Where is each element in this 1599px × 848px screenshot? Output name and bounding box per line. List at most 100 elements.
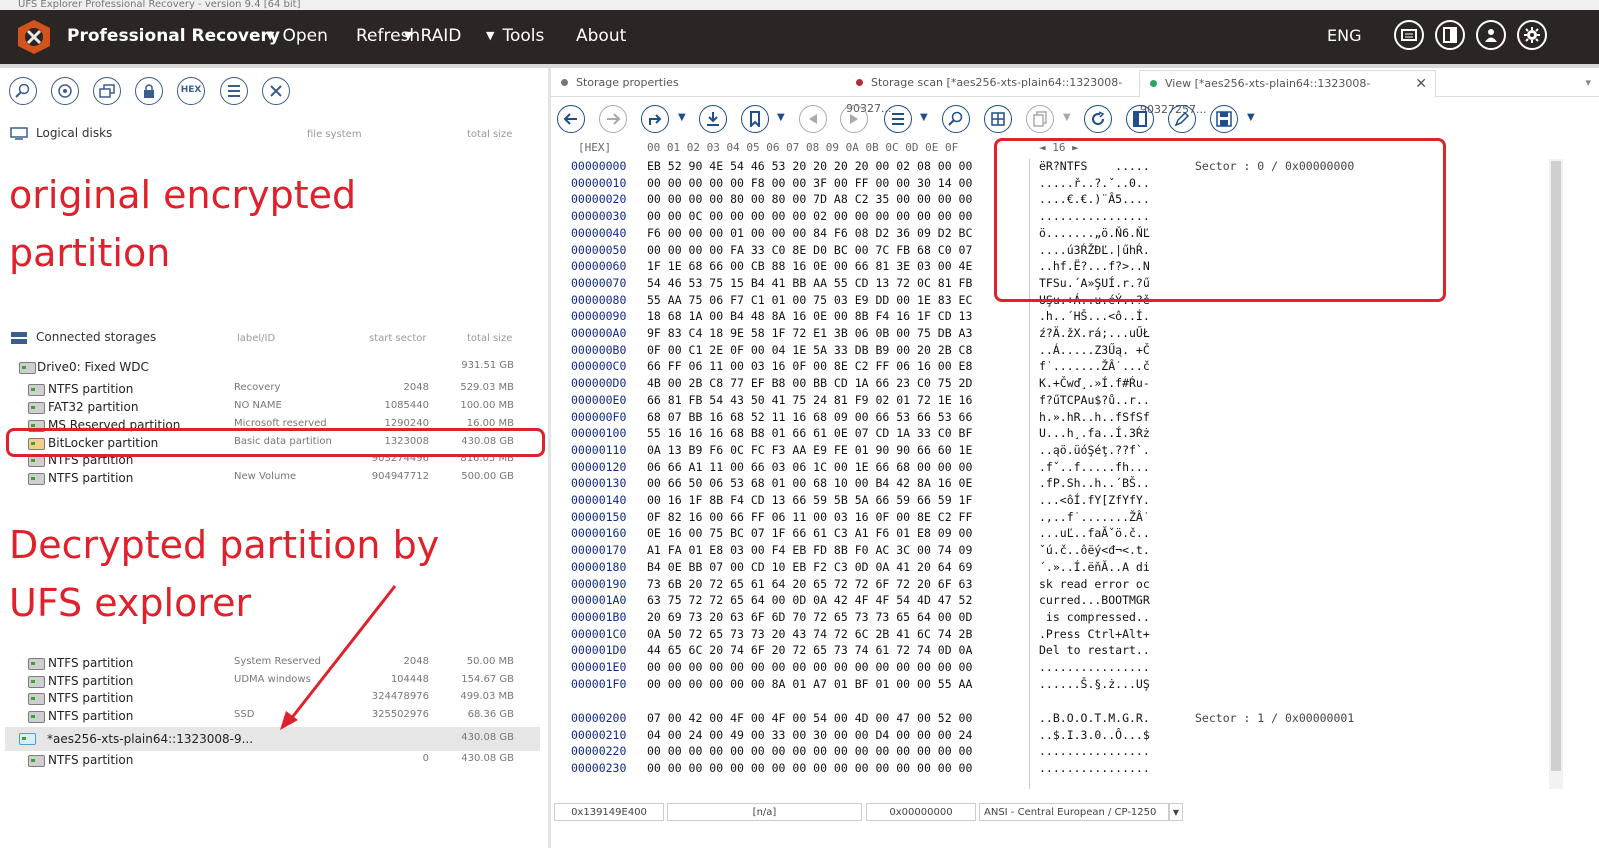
- status-offset: 0x00000000: [866, 803, 976, 821]
- menu-raid[interactable]: ▼ RAID: [404, 26, 461, 46]
- menu-label: Tools: [502, 26, 545, 46]
- sector-label: Sector : 1 / 0x00000001: [1195, 711, 1355, 725]
- hex-row-bytes: 54 46 53 75 15 B4 41 BB AA 55 CD 13 72 0…: [647, 275, 973, 290]
- copy-dropdown-icon[interactable]: ▼: [1063, 112, 1071, 123]
- hex-row-offset: 000000B0: [571, 342, 627, 357]
- search-icon[interactable]: [942, 105, 970, 133]
- hex-row-offset: 00000140: [571, 493, 627, 507]
- hex-row-bytes: 00 16 1F 8B F4 CD 13 66 59 5B 5A 66 59 6…: [647, 493, 973, 507]
- list-dropdown-icon[interactable]: ▼: [920, 112, 928, 123]
- hex-row-text: curred...BOOTMGR: [1039, 593, 1150, 608]
- hex-row-bytes: 0A 13 B9 F6 0C FC F3 AA E9 FE 01 90 90 6…: [647, 442, 973, 457]
- language-selector[interactable]: ENG: [1327, 26, 1361, 45]
- user-icon[interactable]: [1476, 20, 1506, 50]
- hex-row-bytes: 55 16 16 16 68 B8 01 66 61 0E 07 CD 1A 3…: [647, 426, 973, 441]
- hex-scrollbar[interactable]: [1549, 159, 1563, 789]
- hex-row-text: ..Á.....Z3Űą. +Č: [1039, 342, 1150, 357]
- hex-row-offset: 00000190: [571, 576, 627, 591]
- hex-row-offset: 000001F0: [571, 676, 627, 691]
- menu-about[interactable]: About: [576, 26, 626, 46]
- tab-storage-properties[interactable]: Storage properties: [551, 70, 841, 96]
- messages-icon[interactable]: [1394, 20, 1424, 50]
- bookmark-icon[interactable]: [741, 105, 769, 133]
- bookmark-dropdown-icon[interactable]: ▼: [777, 112, 785, 123]
- redo-dropdown-icon[interactable]: ▼: [678, 112, 686, 123]
- hex-row-offset: 000000F0: [571, 409, 627, 424]
- hex-row-bytes: 55 AA 75 06 F7 C1 01 00 75 03 E9 DD 00 1…: [647, 292, 973, 307]
- hex-row-bytes: 00 00 00 00 00 00 8A 01 A7 01 BF 01 00 0…: [647, 676, 973, 691]
- list-icon[interactable]: [884, 105, 912, 133]
- redo-icon[interactable]: [641, 105, 669, 133]
- window-title-bar: UFS Explorer Professional Recovery - ver…: [0, 0, 1599, 10]
- tab-view[interactable]: View [*aes256-xts-plain64::1323008-90327…: [1139, 70, 1436, 116]
- forward-icon[interactable]: [599, 105, 627, 133]
- hex-row-bytes: B4 0E BB 07 00 CD 10 EB F2 C3 0D 0A 41 2…: [647, 559, 973, 574]
- hex-row-bytes: 73 6B 20 72 65 61 64 20 65 72 72 6F 72 2…: [647, 576, 973, 591]
- panels-icon[interactable]: [1435, 20, 1465, 50]
- hex-row-offset: 00000070: [571, 275, 627, 290]
- hex-row-offset: 000000D0: [571, 376, 627, 391]
- prev-mark-icon[interactable]: [799, 105, 827, 133]
- menu-caret-icon: ▼: [486, 29, 495, 42]
- hex-row-offset: 000000A0: [571, 326, 627, 340]
- hex-row-text: ......Š.§.ż...UŞ: [1039, 676, 1150, 691]
- hex-mode-label: [HEX]: [578, 141, 612, 154]
- hex-row-bytes: 0F 82 16 00 66 FF 06 11 00 03 16 0F 00 8…: [647, 509, 973, 524]
- save-icon[interactable]: [1210, 105, 1238, 133]
- hex-row-bytes: 4B 00 2B C8 77 EF B8 00 BB CD 1A 66 23 C…: [647, 376, 973, 391]
- refresh-icon[interactable]: [1084, 105, 1112, 133]
- hex-row-text: ..ąö.üóŞéţ.??f`.: [1039, 442, 1150, 457]
- tab-close-icon[interactable]: ✕: [1415, 71, 1427, 97]
- hex-row-text: U...h¸.fa..Í.3Ŕż: [1039, 426, 1150, 441]
- hex-row-bytes: F6 00 00 00 01 00 00 00 84 F6 08 D2 36 0…: [647, 225, 973, 240]
- copy-icon[interactable]: [1026, 105, 1054, 133]
- hex-row-offset: 00000210: [571, 727, 627, 742]
- hex-row-offset: 000001A0: [571, 593, 627, 608]
- highlight-ntfs-header: [994, 138, 1446, 302]
- encoding-dropdown-icon[interactable]: ▼: [1169, 803, 1183, 821]
- panel-icon[interactable]: [1126, 105, 1154, 133]
- scrollbar-thumb[interactable]: [1551, 161, 1561, 771]
- next-mark-icon[interactable]: [840, 105, 868, 133]
- tab-bar: Storage properties Storage scan [*aes256…: [551, 70, 1599, 116]
- menu-label: About: [576, 26, 627, 46]
- back-icon[interactable]: [557, 105, 585, 133]
- tab-dot-icon: [561, 79, 568, 86]
- edit-icon[interactable]: [1168, 105, 1196, 133]
- hex-row-text: ................: [1039, 744, 1150, 759]
- hex-row-text: ..B.O.O.T.M.G.R.: [1039, 711, 1150, 725]
- hex-row-text: K.+Čwď¸.»Í.f#Ŕu-: [1039, 376, 1150, 391]
- hex-row-text: ˇú.č..ôëý<đ¬<.t.: [1039, 543, 1150, 558]
- hex-row-offset: 000001E0: [571, 660, 627, 674]
- hex-row-offset: 00000080: [571, 292, 627, 307]
- app-logo-icon: [14, 18, 54, 56]
- encoding-select[interactable]: ANSI - Central European / CP-1250: [979, 803, 1169, 821]
- tab-dot-icon: [1150, 80, 1157, 87]
- hex-row-text: .h..´HŠ...<ô..Í.: [1039, 309, 1150, 324]
- menu-tools[interactable]: ▼ Tools: [486, 26, 544, 46]
- tab-label: Storage properties: [576, 76, 679, 89]
- hex-row-text: is compressed..: [1039, 609, 1150, 624]
- grid-icon[interactable]: [984, 105, 1012, 133]
- hex-row-text: ´.»..Í.ëňĂ..A di: [1039, 559, 1150, 574]
- hex-row-text: f?űTCPAu$?ů..r..: [1039, 392, 1150, 407]
- settings-icon[interactable]: [1517, 20, 1547, 50]
- hex-row-bytes: 00 00 00 00 FA 33 C0 8E D0 BC 00 7C FB 6…: [647, 242, 973, 257]
- download-icon[interactable]: [699, 105, 727, 133]
- hex-row-offset: 00000230: [571, 761, 627, 776]
- tab-overflow-icon[interactable]: ▾: [1551, 70, 1591, 96]
- hex-row-bytes: 06 66 A1 11 00 66 03 06 1C 00 1E 66 68 0…: [647, 459, 973, 474]
- hex-row-offset: 00000010: [571, 175, 627, 190]
- hex-row-offset: 000001C0: [571, 626, 627, 641]
- hex-row-offset: 00000060: [571, 259, 627, 274]
- hex-row-bytes: 07 00 42 00 4F 00 4F 00 54 00 4D 00 47 0…: [647, 711, 973, 725]
- tab-storage-scan[interactable]: Storage scan [*aes256-xts-plain64::13230…: [846, 70, 1136, 115]
- hex-row-offset: 00000170: [571, 543, 627, 558]
- window-title: UFS Explorer Professional Recovery - ver…: [18, 0, 301, 10]
- hex-row-text: .,..f˙.......ŽÂ˙: [1039, 509, 1150, 524]
- hex-row-bytes: 0F 00 C1 2E 0F 00 04 1E 5A 33 DB B9 00 2…: [647, 342, 973, 357]
- save-dropdown-icon[interactable]: ▼: [1247, 112, 1255, 123]
- hex-row-bytes: 0E 16 00 75 BC 07 1F 66 61 C3 A1 F6 01 E…: [647, 526, 973, 541]
- hex-row-offset: 00000220: [571, 744, 627, 759]
- menu-open[interactable]: ▼ Open: [266, 26, 328, 46]
